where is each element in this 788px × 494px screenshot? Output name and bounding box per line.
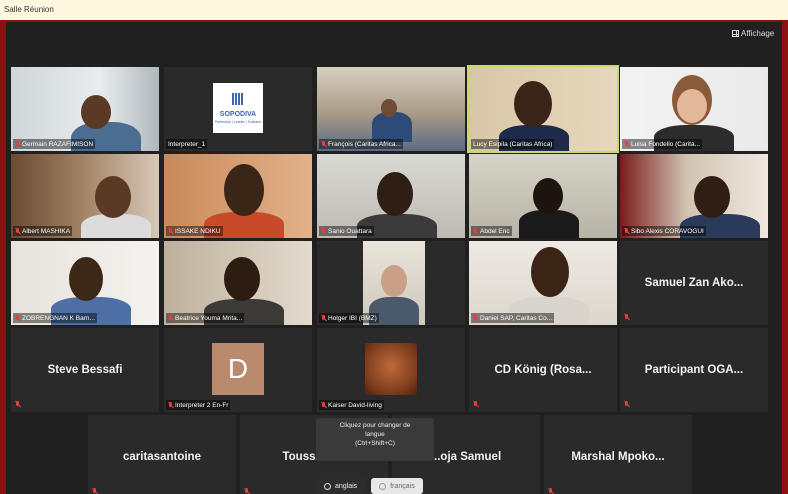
muted-mic-icon: [321, 401, 326, 409]
view-button[interactable]: Affichage: [732, 29, 774, 38]
language-french-button[interactable]: français: [371, 478, 423, 494]
video-tile[interactable]: Albert MASHIKA: [11, 154, 159, 238]
participant-tile[interactable]: Kaiser David-living: [317, 328, 465, 412]
muted-mic-icon: [244, 488, 249, 494]
participant-name: Interpreter_1: [166, 139, 208, 149]
language-english-button[interactable]: anglais: [316, 478, 366, 494]
muted-mic-icon: [473, 314, 478, 322]
participant-name: ZOBRENGNAN K Barn...: [13, 313, 97, 323]
muted-mic-icon: [548, 488, 553, 494]
muted-mic-icon: [168, 401, 173, 409]
muted-mic-icon: [321, 314, 326, 322]
globe-icon: [379, 482, 387, 490]
participant-name: Sanio Ouattara: [319, 226, 374, 236]
participant-tile[interactable]: CD König (Rosa...: [469, 328, 617, 412]
participant-name: Interpreter 2 En-Fr: [166, 400, 231, 410]
video-tile[interactable]: Daniel SAP, Caritas Co...: [469, 241, 617, 325]
participant-name: Luisa Fondello (Carita...: [622, 139, 703, 149]
video-tile[interactable]: ISSAKE NDIKU: [164, 154, 312, 238]
grid-view-icon: [732, 30, 739, 37]
window-title: Salle Réunion: [4, 5, 54, 14]
video-tile[interactable]: Sanio Ouattara: [317, 154, 465, 238]
participant-name: Beatrice Youma Mrita...: [166, 313, 245, 323]
video-tile[interactable]: Beatrice Youma Mrita...: [164, 241, 312, 325]
muted-mic-icon: [624, 401, 629, 408]
video-tile[interactable]: Luisa Fondello (Carita...: [620, 67, 768, 151]
participant-name: Daniel SAP, Caritas Co...: [471, 313, 555, 323]
avatar: [365, 343, 417, 395]
participant-tile[interactable]: D Interpreter 2 En-Fr: [164, 328, 312, 412]
muted-mic-icon: [92, 488, 97, 494]
muted-mic-icon: [321, 227, 326, 235]
participant-name: ISSAKE NDIKU: [166, 226, 223, 236]
participant-name: CD König (Rosa...: [494, 364, 592, 376]
muted-mic-icon: [15, 227, 20, 235]
muted-mic-icon: [15, 140, 20, 148]
video-tile[interactable]: SOPODIVA Partenaire | Leader | Solidaire…: [164, 67, 312, 151]
logo: SOPODIVA Partenaire | Leader | Solidaire: [213, 83, 263, 133]
participant-name: François (Caritas Africa...: [319, 139, 403, 149]
muted-mic-icon: [321, 140, 326, 148]
muted-mic-icon: [168, 227, 173, 235]
participant-name: Steve Bessafi: [47, 364, 123, 376]
participant-tile[interactable]: Samuel Zan Ako...: [620, 241, 768, 325]
muted-mic-icon: [473, 227, 478, 235]
participant-name: Samuel Zan Ako...: [644, 277, 744, 289]
participant-name: Marshal Mpoko...: [571, 451, 665, 463]
participant-name: Holger IBI (BMZ): [319, 313, 379, 323]
participant-name: Kaiser David-living: [319, 400, 384, 410]
muted-mic-icon: [15, 314, 20, 322]
video-tile-active-speaker[interactable]: Lucy Esipila (Caritas Africa): [469, 67, 617, 151]
muted-mic-icon: [168, 314, 173, 322]
muted-mic-icon: [624, 314, 629, 321]
video-tile[interactable]: Abdel Enc: [469, 154, 617, 238]
participant-name: Albert MASHIKA: [13, 226, 73, 236]
participant-tile[interactable]: Participant OGA...: [620, 328, 768, 412]
muted-mic-icon: [624, 140, 629, 148]
participant-name: Sibo Alexis CORAVOGUI: [622, 226, 706, 236]
participant-tile[interactable]: Steve Bessafi: [11, 328, 159, 412]
view-label: Affichage: [741, 29, 775, 38]
language-switcher: anglais français: [316, 478, 423, 494]
video-tile[interactable]: Germain RAZAFIMISON: [11, 67, 159, 151]
muted-mic-icon: [473, 401, 478, 408]
video-tile[interactable]: François (Caritas Africa...: [317, 67, 465, 151]
logo-mark-icon: [232, 93, 244, 105]
video-tile[interactable]: Sibo Alexis CORAVOGUI: [620, 154, 768, 238]
participant-name: Participant OGA...: [644, 364, 744, 376]
participant-name: caritasantoine: [123, 451, 201, 463]
language-tooltip: Cliquez pour changer de langue (Ctrl+Shi…: [316, 418, 434, 461]
title-bar: Salle Réunion: [0, 0, 788, 20]
participant-name: Germain RAZAFIMISON: [13, 139, 96, 149]
globe-icon: [324, 482, 331, 490]
muted-mic-icon: [15, 401, 20, 408]
muted-mic-icon: [624, 227, 629, 235]
video-tile[interactable]: Holger IBI (BMZ): [317, 241, 465, 325]
video-tile[interactable]: ZOBRENGNAN K Barn...: [11, 241, 159, 325]
participant-name: Lucy Esipila (Caritas Africa): [471, 139, 555, 149]
participant-name: Abdel Enc: [471, 226, 512, 236]
participant-tile[interactable]: Marshal Mpoko...: [544, 415, 692, 494]
participant-tile[interactable]: caritasantoine: [88, 415, 236, 494]
avatar: D: [212, 343, 264, 395]
